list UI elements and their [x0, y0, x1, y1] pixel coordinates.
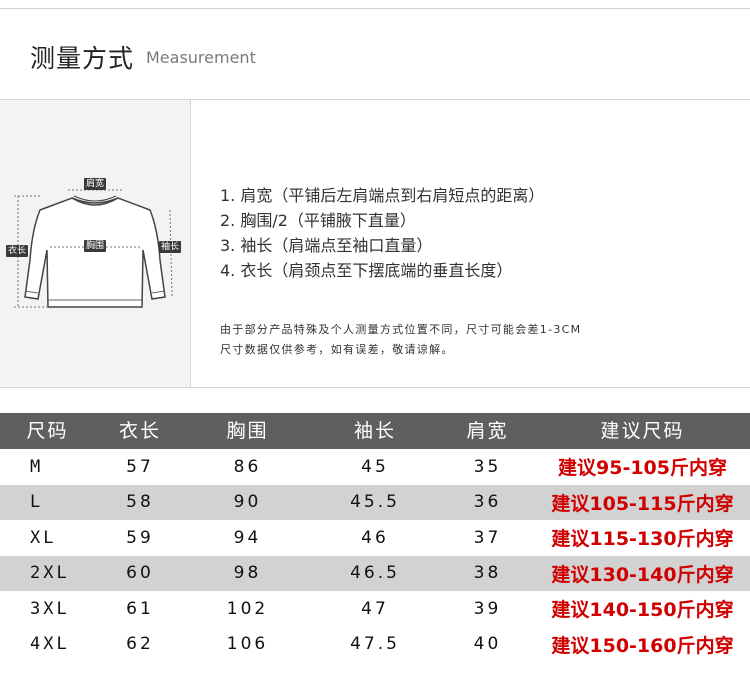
step-shoulder: 1. 肩宽（平铺后左肩端点到右肩短点的距离） — [220, 186, 545, 205]
table-row: 4XL 62 106 47.5 40 建议150-160斤内穿 — [0, 627, 750, 663]
section-header: 测量方式 Measurement — [0, 9, 750, 99]
cell-length: 61 — [126, 598, 154, 619]
cell-size: 2XL — [30, 563, 70, 584]
page-subtitle: Measurement — [146, 48, 256, 67]
cell-recommend: 建议95-105斤内穿 — [558, 457, 727, 480]
cell-sleeve: 47.5 — [350, 634, 400, 655]
cell-sleeve: 47 — [361, 598, 389, 619]
cell-sleeve: 46 — [361, 527, 389, 548]
cell-chest: 94 — [233, 527, 262, 548]
cell-chest: 106 — [226, 634, 269, 655]
step-length: 4. 衣长（肩颈点至下摆底端的垂直长度） — [220, 261, 513, 280]
table-row: XL 59 94 46 37 建议115-130斤内穿 — [0, 520, 750, 556]
cell-length: 60 — [126, 563, 154, 584]
cell-size: L — [30, 492, 44, 513]
cell-chest: 90 — [233, 492, 262, 513]
cell-sleeve: 45.5 — [350, 492, 400, 513]
cell-shoulder: 38 — [473, 563, 502, 584]
table-row: L 58 90 45.5 36 建议105-115斤内穿 — [0, 484, 750, 520]
cell-recommend: 建议130-140斤内穿 — [551, 563, 734, 586]
header-length: 衣长 — [118, 420, 161, 442]
cell-recommend: 建议115-130斤内穿 — [551, 528, 734, 551]
note-line: 由于部分产品特殊及个人测量方式位置不同，尺寸可能会差1-3CM — [220, 323, 582, 336]
cell-size: 4XL — [30, 634, 70, 655]
cell-recommend: 建议105-115斤内穿 — [551, 492, 734, 515]
shoulder-label: 肩宽 — [84, 178, 107, 190]
cell-length: 58 — [126, 492, 154, 513]
cell-sleeve: 46.5 — [350, 563, 400, 584]
header-size: 尺码 — [26, 420, 69, 442]
cell-length: 57 — [126, 456, 154, 477]
cell-size: 3XL — [30, 598, 70, 619]
cell-recommend: 建议140-150斤内穿 — [551, 599, 734, 622]
table-row: 3XL 61 102 47 39 建议140-150斤内穿 — [0, 591, 750, 627]
step-chest: 2. 胸围/2（平铺腋下直量） — [220, 211, 416, 230]
step-sleeve: 3. 袖长（肩端点至袖口直量） — [220, 236, 433, 255]
cell-chest: 86 — [233, 456, 262, 477]
cell-chest: 102 — [226, 598, 269, 619]
measurement-steps: 1. 肩宽（平铺后左肩端点到右肩短点的距离） 2. 胸围/2（平铺腋下直量） 3… — [220, 183, 544, 283]
measurement-section: 肩宽 胸围 袖长 衣长 1. 肩宽（平铺后左肩端点到右肩短点的距离） 2. 胸围… — [0, 99, 750, 388]
header-chest: 胸围 — [226, 420, 269, 442]
note-line: 尺寸数据仅供参考，如有误差，敬请谅解。 — [220, 343, 454, 356]
header-recommend: 建议尺码 — [600, 420, 685, 442]
header-shoulder: 肩宽 — [466, 420, 509, 442]
cell-length: 62 — [126, 634, 154, 655]
cell-shoulder: 35 — [473, 456, 502, 477]
table-header: 尺码 衣长 胸围 袖长 肩宽 建议尺码 — [0, 413, 750, 449]
chest-label: 胸围 — [84, 240, 107, 252]
size-table: 尺码 衣长 胸围 袖长 肩宽 建议尺码 M 57 86 45 35 建议95-1… — [0, 413, 750, 662]
sleeve-label: 袖长 — [159, 241, 182, 253]
disclaimer-note: 由于部分产品特殊及个人测量方式位置不同，尺寸可能会差1-3CM 尺寸数据仅供参考… — [220, 320, 740, 360]
cell-length: 59 — [126, 527, 154, 548]
cell-chest: 98 — [233, 563, 262, 584]
cell-shoulder: 40 — [473, 634, 502, 655]
cell-shoulder: 39 — [473, 598, 502, 619]
cell-sleeve: 45 — [361, 456, 389, 477]
cell-recommend: 建议150-160斤内穿 — [551, 634, 734, 657]
cell-size: M — [30, 456, 44, 477]
table-row: M 57 86 45 35 建议95-105斤内穿 — [0, 449, 750, 485]
cell-shoulder: 36 — [473, 492, 502, 513]
cell-shoulder: 37 — [473, 527, 502, 548]
page-title: 测量方式 — [30, 44, 135, 73]
table-row: 2XL 60 98 46.5 38 建议130-140斤内穿 — [0, 555, 750, 591]
cell-size: XL — [30, 527, 57, 548]
sweater-diagram: 肩宽 胸围 袖长 衣长 — [0, 100, 191, 387]
length-label: 衣长 — [6, 245, 29, 257]
header-sleeve: 袖长 — [353, 420, 396, 442]
